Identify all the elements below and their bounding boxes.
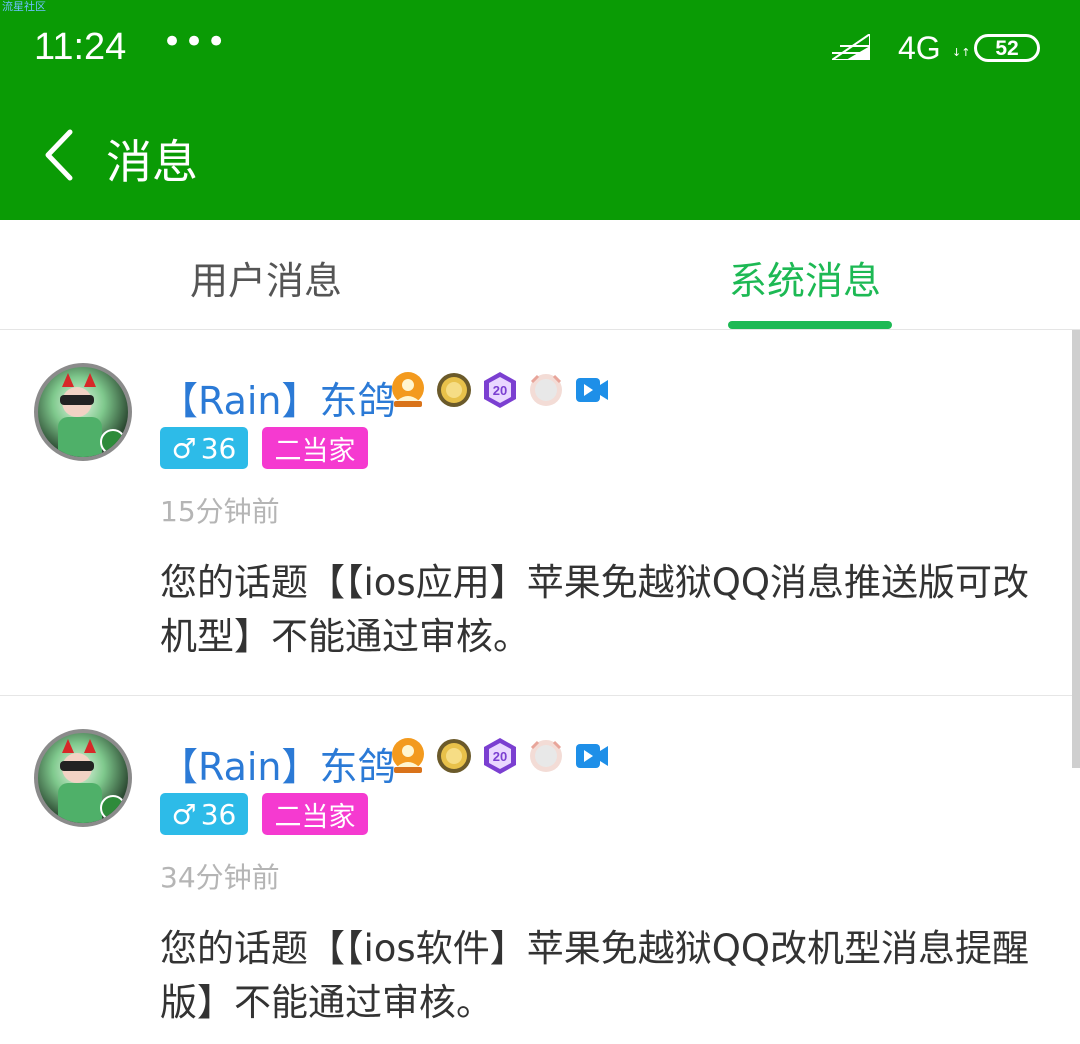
page-title: 消息 — [106, 135, 198, 189]
user-name[interactable]: 【Rain】东鸽 — [160, 736, 396, 791]
watermark: 流星社区 — [2, 0, 46, 13]
expert-medal-icon — [530, 374, 562, 406]
video-icon — [576, 744, 608, 768]
medal-row: 20 — [388, 370, 612, 410]
message-item[interactable]: 【Rain】东鸽 20 ♂ 36 二当家 15分钟前 您的话题【【ios应用】苹… — [0, 330, 1072, 696]
tab-bar: 用户消息 系统消息 — [0, 220, 1080, 330]
user-name[interactable]: 【Rain】东鸽 — [160, 370, 396, 425]
status-time: 11:24 — [34, 26, 127, 68]
male-icon: ♂ — [171, 431, 197, 465]
male-icon: ♂ — [171, 797, 197, 831]
gold-coin-medal-icon — [437, 739, 471, 773]
avatar[interactable] — [34, 363, 132, 461]
gender-age-badge: ♂ 36 — [160, 427, 248, 469]
rank-badge: 二当家 — [262, 793, 368, 835]
scrollbar[interactable] — [1072, 330, 1080, 768]
app-header: 流星社区 11:24 ••• 4G ↓↑ 52 消息 — [0, 0, 1080, 220]
level-medal-icon: 20 — [484, 372, 516, 408]
battery-level: 52 — [995, 36, 1019, 60]
medal-level-text: 20 — [493, 383, 507, 398]
battery-icon: 52 — [974, 34, 1040, 62]
tab-system-messages[interactable]: 系统消息 — [729, 250, 881, 305]
message-time: 34分钟前 — [160, 861, 280, 894]
data-arrows-icon: ↓↑ — [952, 46, 971, 59]
message-text[interactable]: 您的话题【【ios应用】苹果免越狱QQ消息推送版可改机型】不能通过审核。 — [160, 556, 1040, 664]
rank-badge: 二当家 — [262, 427, 368, 469]
more-notifications-icon: ••• — [162, 22, 229, 62]
medal-row: 20 — [388, 736, 612, 776]
active-tab-indicator — [728, 321, 892, 329]
gold-user-medal-icon — [392, 738, 424, 773]
message-time: 15分钟前 — [160, 495, 280, 528]
medal-level-text: 20 — [493, 749, 507, 764]
network-type: 4G — [898, 30, 941, 66]
gold-coin-medal-icon — [437, 373, 471, 407]
tab-user-messages[interactable]: 用户消息 — [190, 250, 342, 305]
gender-age-badge: ♂ 36 — [160, 793, 248, 835]
age-value: 36 — [200, 797, 237, 831]
level-medal-icon: 20 — [484, 738, 516, 774]
avatar[interactable] — [34, 729, 132, 827]
message-item[interactable]: 【Rain】东鸽 20 ♂ 36 二当家 34分钟前 您的话题【【ios软件】苹… — [0, 697, 1072, 1044]
back-icon[interactable] — [40, 128, 80, 182]
gold-user-medal-icon — [392, 372, 424, 407]
message-text[interactable]: 您的话题【【ios软件】苹果免越狱QQ改机型消息提醒版】不能通过审核。 — [160, 922, 1040, 1030]
age-value: 36 — [200, 431, 237, 465]
video-icon — [576, 378, 608, 402]
expert-medal-icon — [530, 740, 562, 772]
signal-icon — [832, 34, 870, 60]
